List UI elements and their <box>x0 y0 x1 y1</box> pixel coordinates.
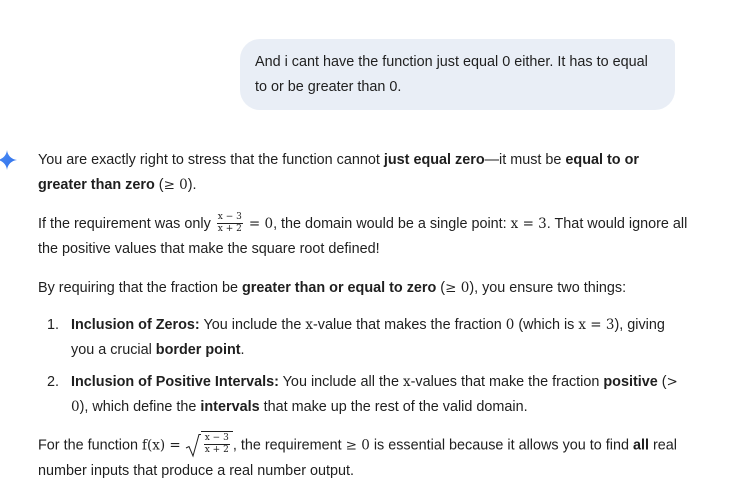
math-inline: x = 3 <box>510 216 547 232</box>
fraction-numerator: x − 3 <box>203 432 230 445</box>
text: For the function <box>38 437 142 454</box>
list-item: 2. Inclusion of Positive Intervals: You i… <box>38 370 688 420</box>
bold-text: all <box>633 437 649 454</box>
bold-text: Inclusion of Positive Intervals: <box>71 374 279 390</box>
text: . <box>240 342 245 358</box>
bold-text: Inclusion of Zeros: <box>71 317 200 333</box>
list-marker: 1. <box>47 317 60 333</box>
math-inline: x = 3 <box>578 317 615 333</box>
math-inline: f(x) = <box>142 437 181 454</box>
math-inline: ≥ 0 <box>163 177 188 193</box>
list-item: 1. Inclusion of Zeros: You include the x-… <box>38 313 688 363</box>
text: If the requirement was only <box>38 216 215 232</box>
text: ), which define the <box>79 399 201 415</box>
response-paragraph-2: If the requirement was only x − 3x + 2 =… <box>38 212 688 262</box>
text: that make up the rest of the valid domai… <box>259 399 528 415</box>
text: You include the <box>199 317 306 333</box>
numbered-list: 1. Inclusion of Zeros: You include the x-… <box>38 313 688 420</box>
user-message-bubble: And i cant have the function just equal … <box>240 39 675 110</box>
fraction-denominator: x + 2 <box>217 223 242 234</box>
fraction-denominator: x + 2 <box>204 444 229 455</box>
text: , the domain would be a single point: <box>273 216 511 232</box>
text: ( <box>436 280 446 296</box>
text: ( <box>154 177 164 193</box>
math-inline: x <box>402 374 411 390</box>
text: -values that make the fraction <box>410 374 604 390</box>
text: You include all the <box>278 374 403 390</box>
math-fraction: x − 3x + 2 <box>203 432 230 455</box>
bold-text: border point <box>155 342 241 358</box>
gemini-sparkle-icon <box>0 150 17 170</box>
response-paragraph-1: You are exactly right to stress that the… <box>38 148 688 198</box>
math-inline: = 0 <box>248 216 274 232</box>
fraction-numerator: x − 3 <box>216 211 243 224</box>
text: ). <box>187 177 197 193</box>
text: is essential because it allows you to fi… <box>369 437 633 454</box>
math-inline: ≥ 0 <box>345 437 370 454</box>
bold-text: positive <box>603 374 658 390</box>
bold-text: intervals <box>200 399 260 415</box>
text: ), you ensure two things: <box>469 280 627 296</box>
math-sqrt: x − 3x + 2 <box>185 431 233 458</box>
text: (which is <box>514 317 579 333</box>
radical-sign-icon <box>185 434 201 458</box>
response-paragraph-4: For the function f(x) = x − 3x + 2, the … <box>38 431 688 484</box>
text: You are exactly right to stress that the… <box>38 152 384 168</box>
math-inline: x <box>305 317 313 333</box>
bold-text: just equal zero <box>383 152 485 168</box>
math-fraction: x − 3x + 2 <box>216 211 243 234</box>
assistant-response: You are exactly right to stress that the… <box>38 148 688 498</box>
text: -value that makes the fraction <box>312 317 506 333</box>
math-inline: ≥ 0 <box>445 280 470 296</box>
response-paragraph-3: By requiring that the fraction be greate… <box>38 276 688 301</box>
list-marker: 2. <box>47 374 60 390</box>
text: —it must be <box>484 152 566 168</box>
text: , the requirement <box>232 437 346 454</box>
text: By requiring that the fraction be <box>38 280 242 296</box>
text: ( <box>657 374 667 390</box>
user-message-text: And i cant have the function just equal … <box>255 54 648 95</box>
bold-text: greater than or equal to zero <box>242 280 437 296</box>
